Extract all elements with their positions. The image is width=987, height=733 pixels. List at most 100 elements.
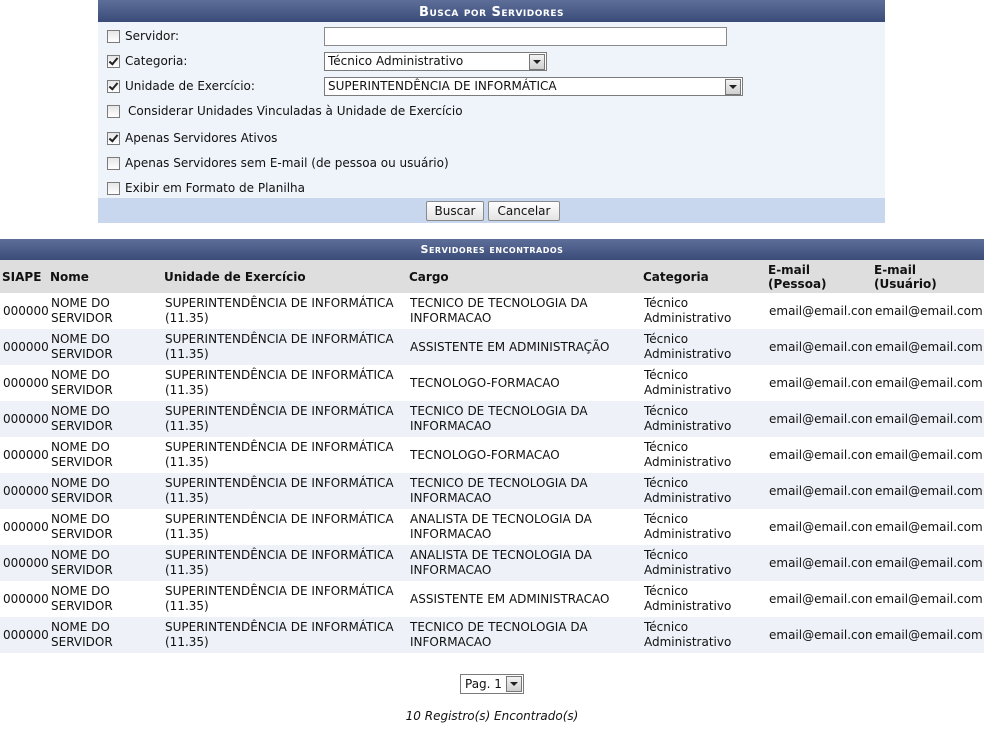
siape-cell: 000000 xyxy=(0,473,48,509)
siape-cell: 000000 xyxy=(0,365,48,401)
email-usuario-cell: email@email.com xyxy=(872,509,984,545)
categoria-cell: Técnico Administrativo xyxy=(641,365,766,401)
categoria-checkbox[interactable] xyxy=(107,55,120,68)
table-row: 000000 NOME DO SERVIDOR SUPERINTENDÊNCIA D… xyxy=(0,545,984,581)
nome-cell: NOME DO SERVIDOR xyxy=(48,509,162,545)
row-categoria: Categoria: Técnico Administrativo xyxy=(98,52,885,72)
table-row: 000000 NOME DO SERVIDOR SUPERINTENDÊNCIA D… xyxy=(0,473,984,509)
email-pessoa-cell: email@email.com xyxy=(766,581,872,617)
vinculadas-checkbox[interactable] xyxy=(107,105,120,118)
column-header-email-pessoa[interactable]: E-mail (Pessoa) xyxy=(766,260,872,293)
planilha-checkbox[interactable] xyxy=(107,182,120,195)
siape-cell: 000000 xyxy=(0,437,48,473)
email-pessoa-cell: email@email.com xyxy=(766,545,872,581)
search-footer: Buscar Cancelar xyxy=(98,198,885,223)
nome-cell: NOME DO SERVIDOR xyxy=(48,581,162,617)
nome-cell: NOME DO SERVIDOR xyxy=(48,437,162,473)
cargo-cell: ANALISTA DE TECNOLOGIA DA INFORMACAO xyxy=(407,509,641,545)
row-vinculadas: Considerar Unidades Vinculadas à Unidade… xyxy=(98,102,885,122)
table-row: 000000 NOME DO SERVIDOR SUPERINTENDÊNCIA D… xyxy=(0,365,984,401)
servidor-label: Servidor: xyxy=(125,29,180,43)
categoria-cell: Técnico Administrativo xyxy=(641,509,766,545)
table-row: 000000 NOME DO SERVIDOR SUPERINTENDÊNCIA D… xyxy=(0,437,984,473)
unidade-cell: SUPERINTENDÊNCIA DE INFORMÁTICA (11.35) xyxy=(162,437,407,473)
email-pessoa-cell: email@email.com xyxy=(766,401,872,437)
email-pessoa-cell: email@email.com xyxy=(766,473,872,509)
email-usuario-cell: email@email.com xyxy=(872,365,984,401)
unidade-cell: SUPERINTENDÊNCIA DE INFORMÁTICA (11.35) xyxy=(162,365,407,401)
column-header-cargo[interactable]: Cargo xyxy=(407,260,641,293)
unidade-cell: SUPERINTENDÊNCIA DE INFORMÁTICA (11.35) xyxy=(162,401,407,437)
row-sem-email: Apenas Servidores sem E-mail (de pessoa … xyxy=(98,154,885,174)
unidade-cell: SUPERINTENDÊNCIA DE INFORMÁTICA (11.35) xyxy=(162,329,407,365)
cancelar-button[interactable]: Cancelar xyxy=(488,201,560,221)
page-select[interactable]: Pag. 1 xyxy=(460,674,524,694)
email-usuario-cell: email@email.com xyxy=(872,293,984,329)
email-pessoa-cell: email@email.com xyxy=(766,617,872,653)
unidade-checkbox[interactable] xyxy=(107,80,120,93)
email-usuario-cell: email@email.com xyxy=(872,473,984,509)
email-usuario-cell: email@email.com xyxy=(872,329,984,365)
unidade-cell: SUPERINTENDÊNCIA DE INFORMÁTICA (11.35) xyxy=(162,545,407,581)
cargo-cell: TECNICO DE TECNOLOGIA DA INFORMACAO xyxy=(407,617,641,653)
email-usuario-cell: email@email.com xyxy=(872,581,984,617)
table-row: 000000 NOME DO SERVIDOR SUPERINTENDÊNCIA D… xyxy=(0,509,984,545)
categoria-select[interactable]: Técnico Administrativo xyxy=(324,52,547,71)
servidor-input[interactable] xyxy=(324,27,727,46)
column-header-email-usuario[interactable]: E-mail (Usuário) xyxy=(872,260,984,293)
categoria-label: Categoria: xyxy=(125,54,188,68)
unidade-cell: SUPERINTENDÊNCIA DE INFORMÁTICA (11.35) xyxy=(162,509,407,545)
siape-cell: 000000 xyxy=(0,401,48,437)
column-header-unidade[interactable]: Unidade de Exercício xyxy=(162,260,407,293)
siape-cell: 000000 xyxy=(0,293,48,329)
column-header-categoria[interactable]: Categoria xyxy=(641,260,766,293)
ativos-checkbox[interactable] xyxy=(107,132,120,145)
table-row: 000000 NOME DO SERVIDOR SUPERINTENDÊNCIA D… xyxy=(0,581,984,617)
email-pessoa-cell: email@email.com xyxy=(766,509,872,545)
results-body: 000000 NOME DO SERVIDOR SUPERINTENDÊNCIA D… xyxy=(0,293,984,653)
categoria-cell: Técnico Administrativo xyxy=(641,293,766,329)
servidor-checkbox[interactable] xyxy=(107,30,120,43)
unidade-select-value: SUPERINTENDÊNCIA DE INFORMÁTICA xyxy=(328,79,557,93)
nome-cell: NOME DO SERVIDOR xyxy=(48,365,162,401)
siape-cell: 000000 xyxy=(0,509,48,545)
results-title: Servidores encontrados xyxy=(0,239,984,260)
unidade-select[interactable]: SUPERINTENDÊNCIA DE INFORMÁTICA xyxy=(324,77,743,96)
categoria-cell: Técnico Administrativo xyxy=(641,581,766,617)
chevron-down-icon[interactable] xyxy=(725,79,741,95)
table-row: 000000 NOME DO SERVIDOR SUPERINTENDÊNCIA D… xyxy=(0,293,984,329)
unidade-cell: SUPERINTENDÊNCIA DE INFORMÁTICA (11.35) xyxy=(162,293,407,329)
siape-cell: 000000 xyxy=(0,617,48,653)
vinculadas-label: Considerar Unidades Vinculadas à Unidade… xyxy=(128,104,463,118)
cargo-cell: TECNOLOGO-FORMACAO xyxy=(407,365,641,401)
search-title-text: Busca por Servidores xyxy=(419,5,564,20)
siape-cell: 000000 xyxy=(0,329,48,365)
search-panel-title: Busca por Servidores xyxy=(98,0,885,22)
nome-cell: NOME DO SERVIDOR xyxy=(48,401,162,437)
categoria-cell: Técnico Administrativo xyxy=(641,329,766,365)
categoria-cell: Técnico Administrativo xyxy=(641,617,766,653)
column-header-siape[interactable]: SIAPE xyxy=(0,260,48,293)
nome-cell: NOME DO SERVIDOR xyxy=(48,329,162,365)
row-unidade: Unidade de Exercício: SUPERINTENDÊNCIA D… xyxy=(98,77,885,97)
cargo-cell: ASSISTENTE EM ADMINISTRACAO xyxy=(407,581,641,617)
sem-email-label: Apenas Servidores sem E-mail (de pessoa … xyxy=(125,156,449,170)
cargo-cell: TECNOLOGO-FORMACAO xyxy=(407,437,641,473)
table-row: 000000 NOME DO SERVIDOR SUPERINTENDÊNCIA D… xyxy=(0,329,984,365)
planilha-label: Exibir em Formato de Planilha xyxy=(125,181,306,195)
chevron-down-icon[interactable] xyxy=(529,54,545,70)
categoria-cell: Técnico Administrativo xyxy=(641,401,766,437)
buscar-button[interactable]: Buscar xyxy=(426,201,484,221)
email-usuario-cell: email@email.com xyxy=(872,401,984,437)
cargo-cell: TECNICO DE TECNOLOGIA DA INFORMACAO xyxy=(407,473,641,509)
column-header-nome[interactable]: Nome xyxy=(48,260,162,293)
sem-email-checkbox[interactable] xyxy=(107,157,120,170)
chevron-down-icon[interactable] xyxy=(506,676,522,692)
email-usuario-cell: email@email.com xyxy=(872,437,984,473)
nome-cell: NOME DO SERVIDOR xyxy=(48,473,162,509)
search-panel: Busca por Servidores Servidor: Categoria… xyxy=(98,0,885,223)
unidade-label: Unidade de Exercício: xyxy=(125,79,255,93)
table-row: 000000 NOME DO SERVIDOR SUPERINTENDÊNCIA D… xyxy=(0,617,984,653)
page-select-value: Pag. 1 xyxy=(465,677,502,691)
email-pessoa-cell: email@email.com xyxy=(766,329,872,365)
